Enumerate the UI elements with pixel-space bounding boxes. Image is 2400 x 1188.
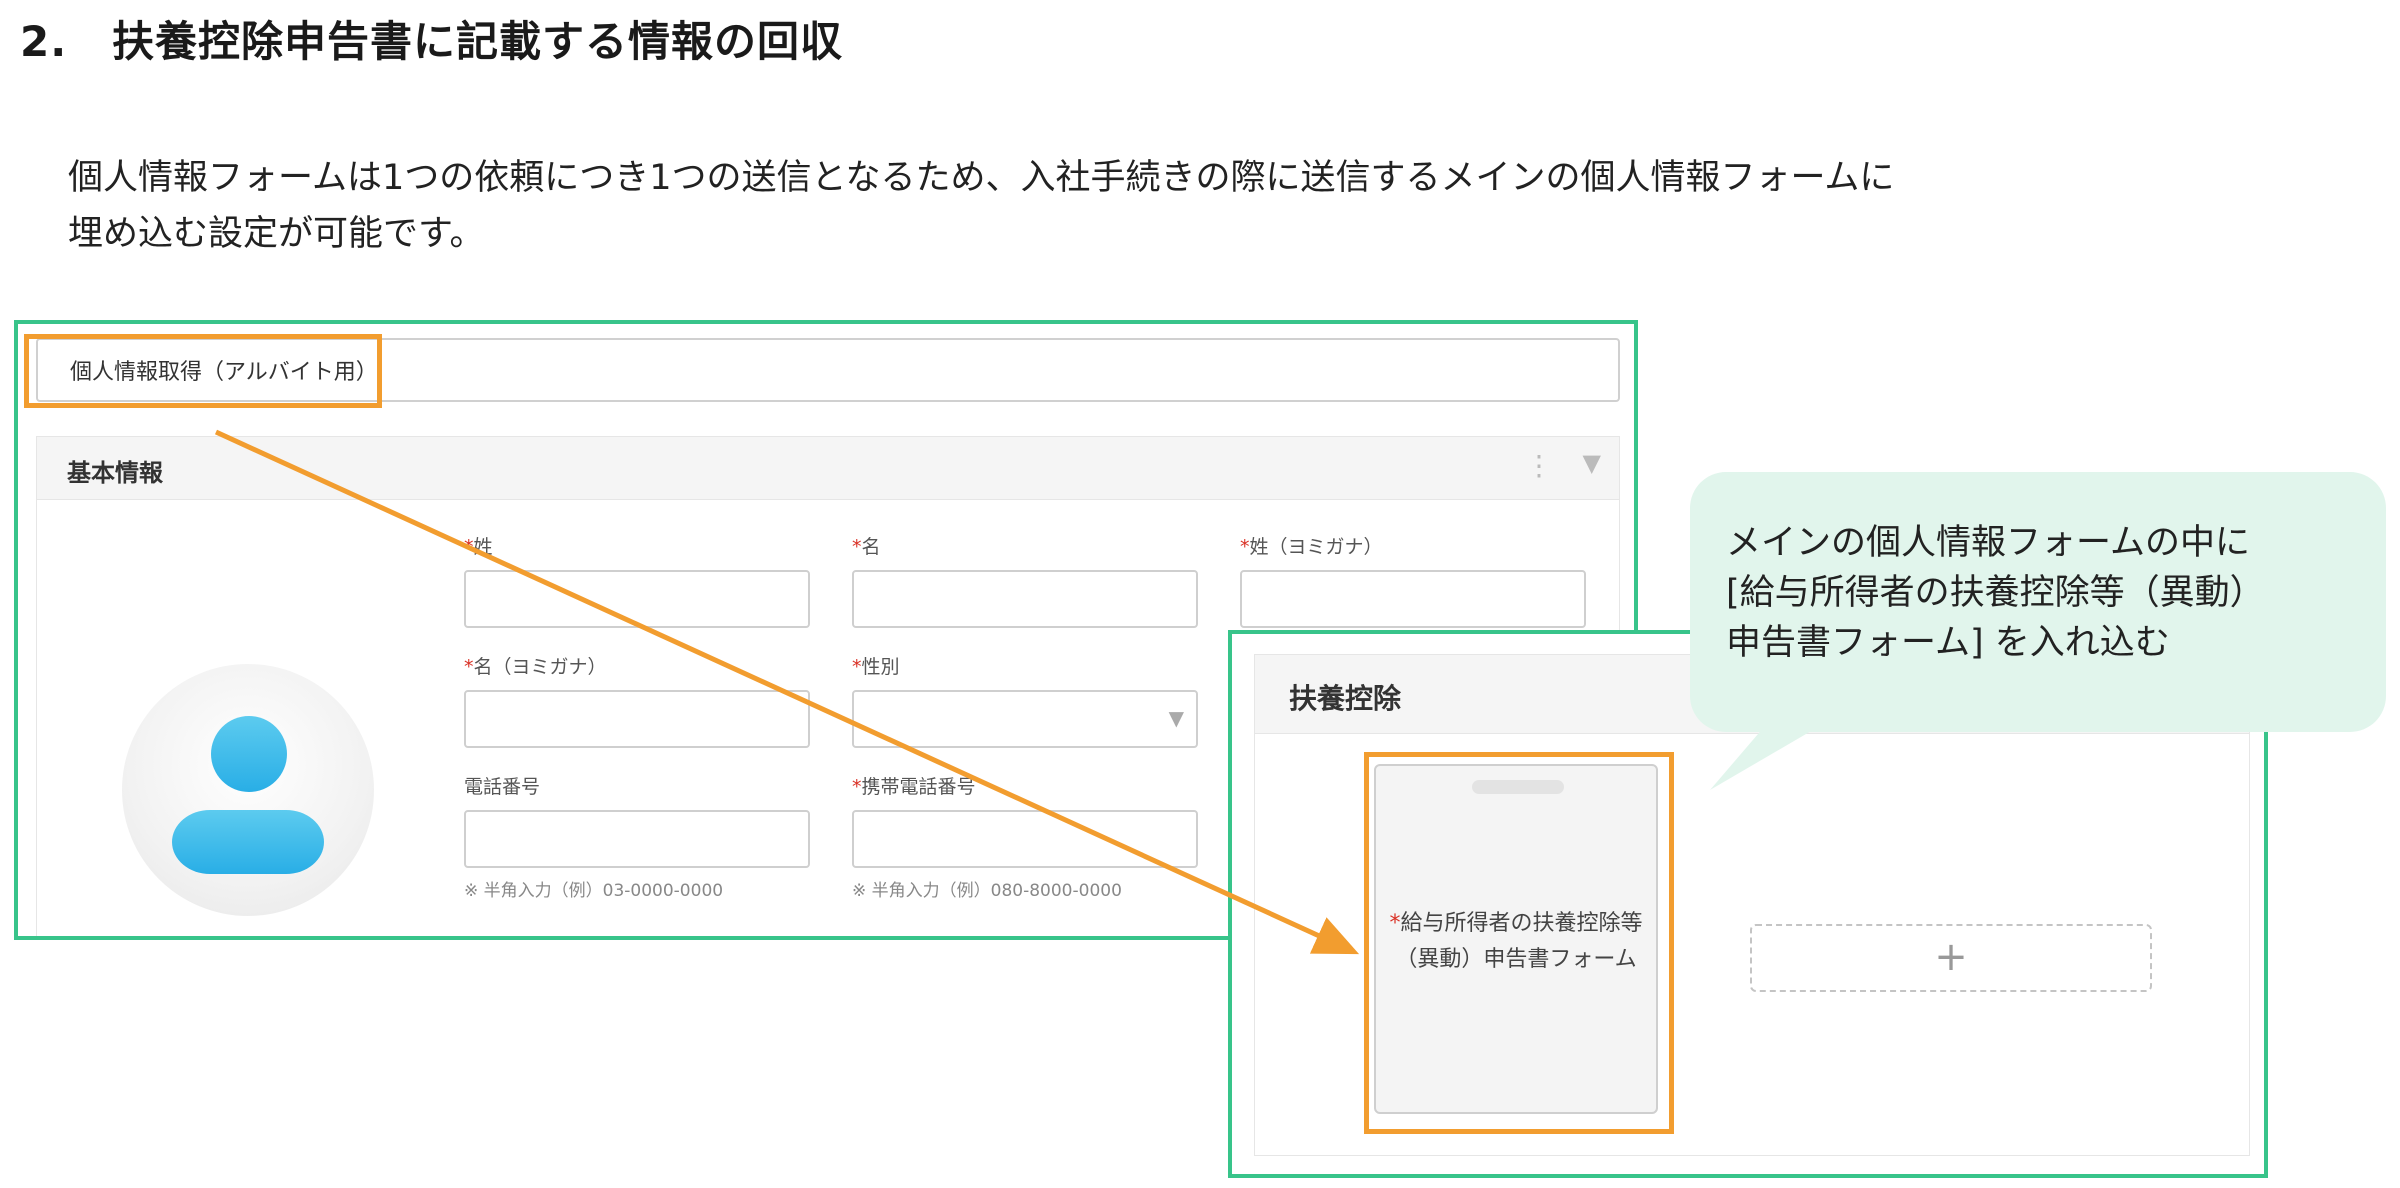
phone-label: 電話番号 [464, 776, 541, 798]
callout-line-1: メインの個人情報フォームの中に [1726, 523, 2250, 563]
phone-hint: ※ 半角入力（例）03-0000-0000 [464, 881, 724, 901]
intro-line-2: 埋め込む設定が可能です。 [68, 214, 485, 254]
first-name-field[interactable] [852, 570, 1198, 628]
callout-line-2: [給与所得者の扶養控除等（異動） [1726, 573, 2265, 613]
page-heading: 2. 扶養控除申告書に記載する情報の回収 [20, 8, 843, 69]
last-name-kana-field[interactable] [1240, 570, 1586, 628]
form-title-highlight [24, 334, 382, 408]
phone-field[interactable] [464, 810, 810, 868]
vertical-dots-icon[interactable]: ⋮ [1525, 449, 1553, 483]
plus-icon: + [1934, 934, 1968, 980]
mobile-hint: ※ 半角入力（例）080-8000-0000 [852, 881, 1122, 901]
first-name-label: *名 [852, 536, 881, 558]
deduction-section-title: 扶養控除 [1289, 682, 1402, 715]
heading-number: 2. [20, 17, 68, 66]
intro-text: 個人情報フォームは1つの依頼につき1つの送信となるため、入社手続きの際に送信する… [68, 150, 1894, 262]
last-name-field[interactable] [464, 570, 810, 628]
embedded-form-highlight [1364, 752, 1674, 1134]
gender-select[interactable]: ▼ [852, 690, 1198, 748]
callout-bubble: メインの個人情報フォームの中に [給与所得者の扶養控除等（異動） 申告書フォーム… [1690, 472, 2386, 732]
chevron-down-icon: ▼ [1168, 706, 1184, 730]
person-avatar-icon [122, 664, 374, 916]
first-name-kana-field[interactable] [464, 690, 810, 748]
first-name-kana-label: *名（ヨミガナ） [464, 656, 607, 678]
last-name-label: *姓 [464, 536, 493, 558]
triangle-down-icon[interactable]: ▼ [1583, 449, 1601, 477]
intro-line-1: 個人情報フォームは1つの依頼につき1つの送信となるため、入社手続きの際に送信する… [68, 158, 1895, 198]
section-title: 基本情報 [67, 459, 163, 487]
gender-label: *性別 [852, 656, 900, 678]
basic-info-section-header[interactable]: 基本情報 ⋮ ▼ [36, 436, 1620, 500]
callout-text: メインの個人情報フォームの中に [給与所得者の扶養控除等（異動） 申告書フォーム… [1726, 518, 2265, 668]
heading-text: 扶養控除申告書に記載する情報の回収 [112, 17, 844, 66]
callout-line-3: 申告書フォーム] を入れ込む [1726, 623, 2170, 663]
mobile-label: *携帯電話番号 [852, 776, 976, 798]
add-form-button[interactable]: + [1750, 924, 2152, 992]
mobile-field[interactable] [852, 810, 1198, 868]
last-name-kana-label: *姓（ヨミガナ） [1240, 536, 1383, 558]
